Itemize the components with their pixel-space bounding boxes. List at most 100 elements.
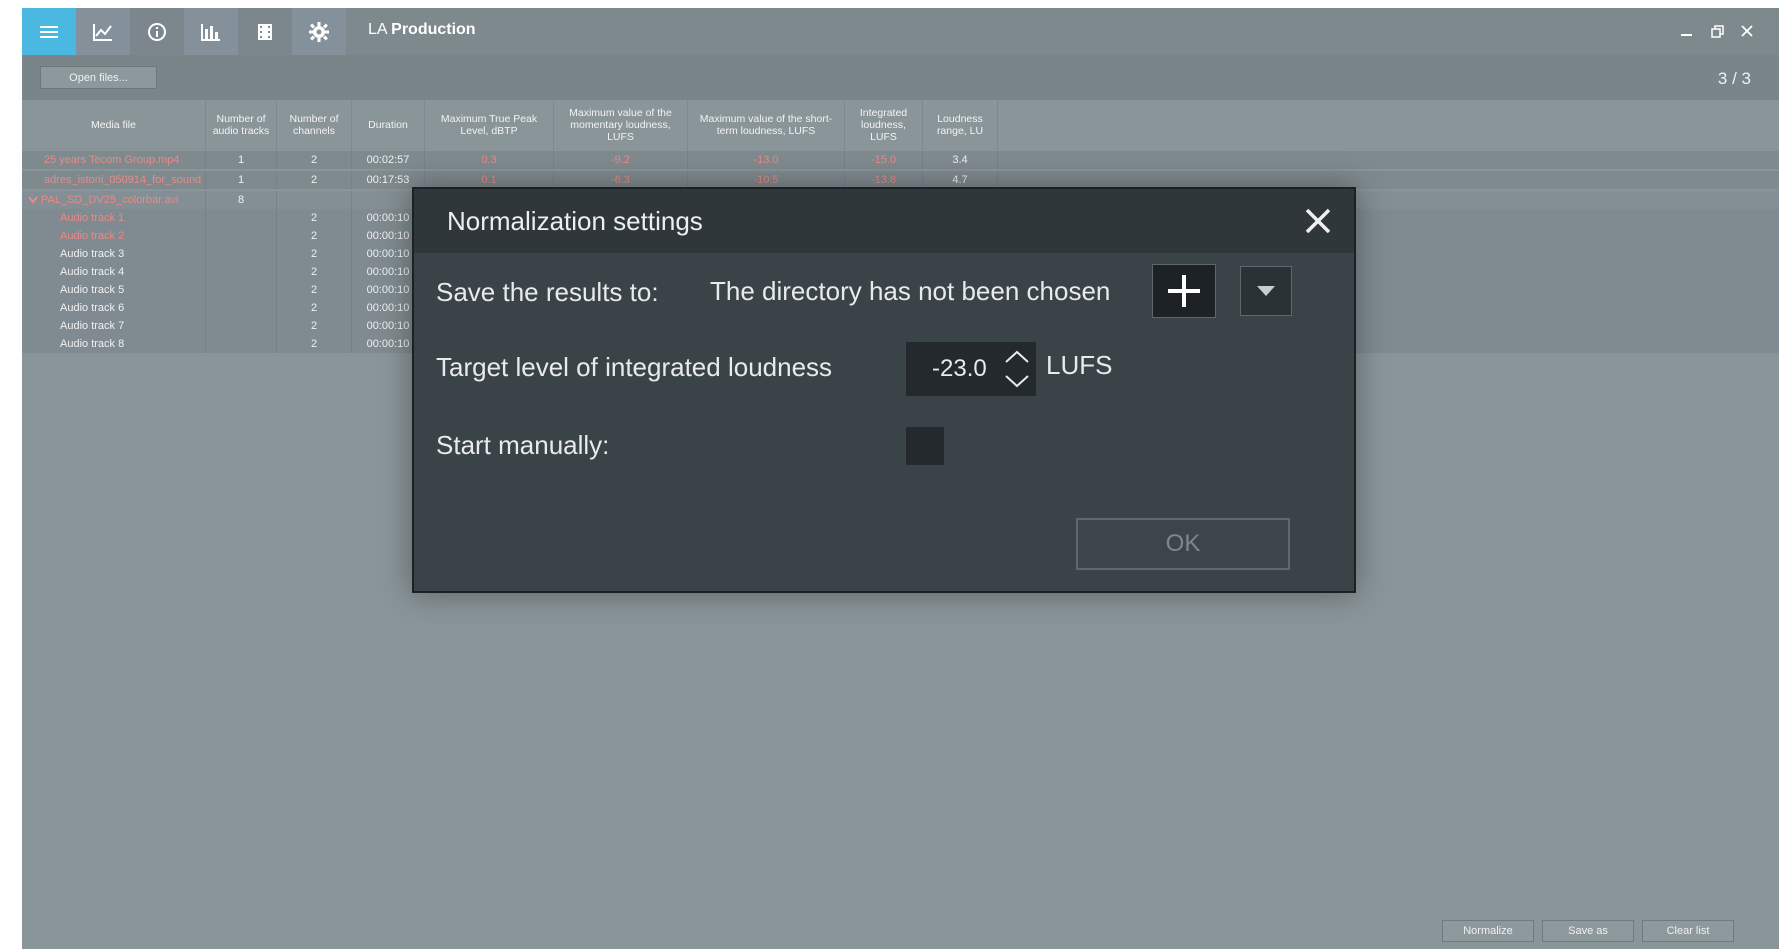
app-title: LA Production [368, 21, 476, 39]
header-duration[interactable]: Duration [352, 100, 425, 150]
cell-channels: 2 [277, 171, 352, 189]
title-bar: LA Production [22, 8, 1779, 55]
cell-channels: 2 [277, 227, 352, 245]
restore-button[interactable] [1703, 18, 1731, 44]
menu-button[interactable] [22, 8, 76, 55]
cell-tracks [206, 209, 277, 227]
cell-file: adres_istoni_050914_for_sound [22, 171, 206, 189]
cell-tracks: 1 [206, 171, 277, 189]
chevron-down-icon [1005, 375, 1029, 388]
target-level-spinbox[interactable]: -23.0 [906, 342, 1036, 396]
settings-button[interactable] [292, 8, 346, 55]
header-channels[interactable]: Number of channels [277, 100, 352, 150]
header-media-file[interactable]: Media file [22, 100, 206, 150]
spin-down-button[interactable] [1002, 369, 1032, 393]
spin-up-button[interactable] [1002, 345, 1032, 369]
choose-directory-button[interactable] [1152, 264, 1216, 318]
bar-chart-icon [201, 23, 220, 41]
app-title-bold: Production [391, 21, 476, 38]
dialog-title: Normalization settings [447, 206, 703, 236]
cell-file: PAL_SD_DV25_colorbar.avi [22, 191, 206, 209]
group-file-name: PAL_SD_DV25_colorbar.avi [41, 194, 179, 206]
clear-list-button[interactable]: Clear list [1642, 920, 1734, 942]
normalization-dialog: Normalization settings Save the results … [412, 187, 1356, 593]
cell-file: Audio track 4 [22, 263, 206, 281]
film-button[interactable] [238, 8, 292, 55]
cell-tracks: 8 [206, 191, 277, 209]
header-true-peak[interactable]: Maximum True Peak Level, dBTP [425, 100, 554, 150]
cell-channels: 2 [277, 209, 352, 227]
chevron-up-icon [1005, 350, 1029, 363]
triangle-down-icon [1257, 286, 1275, 296]
save-results-label: Save the results to: [436, 277, 659, 307]
dialog-close-button[interactable] [1300, 203, 1336, 239]
cell-short-term: -13.0 [688, 151, 845, 169]
close-window-button[interactable] [1733, 18, 1761, 44]
film-icon [258, 23, 272, 40]
cell-tracks [206, 227, 277, 245]
cell-integrated: -15.0 [845, 151, 923, 169]
normalize-button[interactable]: Normalize [1442, 920, 1534, 942]
header-integrated[interactable]: Integrated loudness, LUFS [845, 100, 923, 150]
cell-file: Audio track 1 [22, 209, 206, 227]
target-level-label: Target level of integrated loudness [436, 352, 833, 382]
cell-range: 3.4 [923, 151, 998, 169]
header-audio-tracks[interactable]: Number of audio tracks [206, 100, 277, 150]
app-title-prefix: LA [368, 21, 387, 38]
cell-file: Audio track 6 [22, 299, 206, 317]
cell-channels: 2 [277, 281, 352, 299]
cell-peak: 0.3 [425, 151, 554, 169]
cell-file: Audio track 7 [22, 317, 206, 335]
cell-channels: 2 [277, 335, 352, 353]
cell-file: 25 years Tecom Group.mp4 [22, 151, 206, 169]
cell-file: Audio track 8 [22, 335, 206, 353]
header-loudness-range[interactable]: Loudness range, LU [923, 100, 998, 150]
cell-channels: 2 [277, 317, 352, 335]
minimize-icon [1681, 34, 1692, 36]
graph-button[interactable] [76, 8, 130, 55]
cell-file: Audio track 2 [22, 227, 206, 245]
table-header: Media file Number of audio tracks Number… [22, 100, 1779, 150]
close-icon [1741, 25, 1753, 37]
cell-channels: 2 [277, 245, 352, 263]
cell-momentary: -9.2 [554, 151, 688, 169]
cell-tracks [206, 263, 277, 281]
gear-icon [309, 21, 329, 42]
menu-icon [40, 25, 58, 38]
save-as-button[interactable]: Save as [1542, 920, 1634, 942]
start-manually-checkbox[interactable] [906, 427, 944, 465]
dialog-header: Normalization settings [414, 189, 1354, 253]
bar-chart-button[interactable] [184, 8, 238, 55]
restore-icon [1710, 24, 1724, 38]
minimize-button[interactable] [1673, 18, 1701, 44]
cell-channels: 2 [277, 299, 352, 317]
cell-tracks [206, 317, 277, 335]
table-row[interactable]: 25 years Tecom Group.mp4 1 2 00:02:57 0.… [22, 151, 1779, 169]
page-counter: 3 / 3 [1717, 69, 1751, 88]
cell-channels [277, 191, 352, 209]
cell-tracks [206, 335, 277, 353]
cell-duration: 00:02:57 [352, 151, 425, 169]
info-button[interactable] [130, 8, 184, 55]
cell-channels: 2 [277, 263, 352, 281]
directory-dropdown-button[interactable] [1240, 266, 1292, 316]
toolbar: Open files... 3 / 3 [22, 55, 1779, 100]
cell-channels: 2 [277, 151, 352, 169]
info-icon [148, 22, 166, 41]
save-directory-field[interactable]: The directory has not been chosen [710, 269, 1110, 313]
header-momentary[interactable]: Maximum value of the momentary loudness,… [554, 100, 688, 150]
cell-tracks: 1 [206, 151, 277, 169]
cell-tracks [206, 299, 277, 317]
chevron-down-icon[interactable] [28, 196, 38, 204]
plus-icon [1168, 275, 1200, 307]
close-icon [1305, 208, 1331, 234]
start-manually-label: Start manually: [436, 430, 610, 460]
ok-button[interactable]: OK [1076, 518, 1290, 570]
target-level-unit: LUFS [1046, 350, 1113, 380]
open-files-button[interactable]: Open files... [40, 66, 157, 89]
line-chart-icon [93, 23, 112, 41]
cell-file: Audio track 3 [22, 245, 206, 263]
cell-file: Audio track 5 [22, 281, 206, 299]
header-short-term[interactable]: Maximum value of the short-term loudness… [688, 100, 845, 150]
target-level-value[interactable]: -23.0 [932, 342, 987, 396]
